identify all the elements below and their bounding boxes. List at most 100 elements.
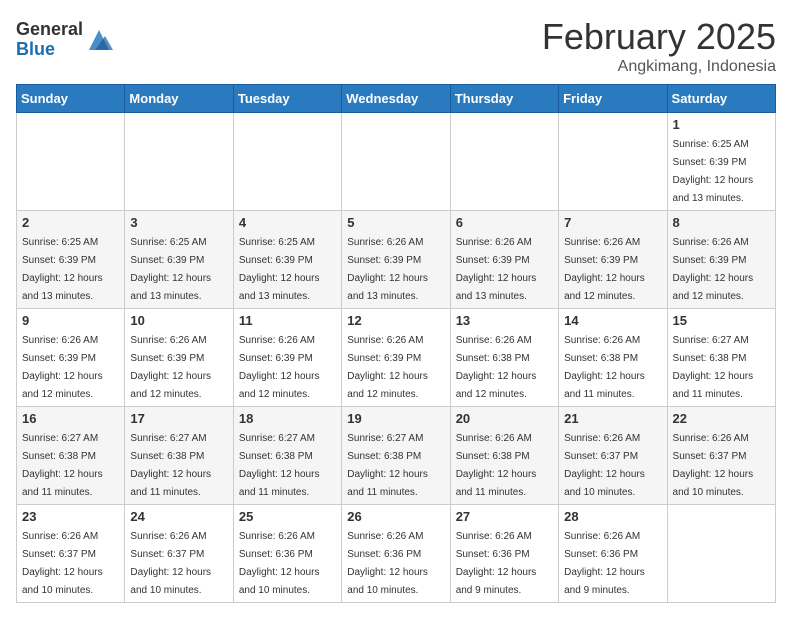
- calendar-cell: 2 Sunrise: 6:25 AMSunset: 6:39 PMDayligh…: [17, 211, 125, 309]
- calendar-header-row: Sunday Monday Tuesday Wednesday Thursday…: [17, 85, 776, 113]
- day-number: 1: [673, 117, 770, 132]
- day-number: 13: [456, 313, 553, 328]
- calendar-cell: [559, 113, 667, 211]
- calendar-cell: 24 Sunrise: 6:26 AMSunset: 6:37 PMDaylig…: [125, 505, 233, 603]
- calendar-cell: 8 Sunrise: 6:26 AMSunset: 6:39 PMDayligh…: [667, 211, 775, 309]
- day-number: 15: [673, 313, 770, 328]
- day-number: 12: [347, 313, 444, 328]
- day-number: 24: [130, 509, 227, 524]
- day-number: 20: [456, 411, 553, 426]
- calendar-cell: 14 Sunrise: 6:26 AMSunset: 6:38 PMDaylig…: [559, 309, 667, 407]
- col-thursday: Thursday: [450, 85, 558, 113]
- day-number: 28: [564, 509, 661, 524]
- calendar-cell: [233, 113, 341, 211]
- day-info: Sunrise: 6:26 AMSunset: 6:37 PMDaylight:…: [22, 531, 103, 596]
- day-info: Sunrise: 6:27 AMSunset: 6:38 PMDaylight:…: [239, 433, 320, 498]
- calendar-cell: 16 Sunrise: 6:27 AMSunset: 6:38 PMDaylig…: [17, 407, 125, 505]
- calendar-cell: 28 Sunrise: 6:26 AMSunset: 6:36 PMDaylig…: [559, 505, 667, 603]
- day-number: 10: [130, 313, 227, 328]
- logo-general: General: [16, 20, 83, 40]
- day-number: 23: [22, 509, 119, 524]
- calendar-cell: [450, 113, 558, 211]
- calendar-cell: [17, 113, 125, 211]
- day-info: Sunrise: 6:26 AMSunset: 6:36 PMDaylight:…: [239, 531, 320, 596]
- calendar-table: Sunday Monday Tuesday Wednesday Thursday…: [16, 84, 776, 603]
- calendar-cell: 4 Sunrise: 6:25 AMSunset: 6:39 PMDayligh…: [233, 211, 341, 309]
- calendar-cell: [125, 113, 233, 211]
- calendar-cell: 13 Sunrise: 6:26 AMSunset: 6:38 PMDaylig…: [450, 309, 558, 407]
- day-number: 27: [456, 509, 553, 524]
- day-info: Sunrise: 6:26 AMSunset: 6:36 PMDaylight:…: [564, 531, 645, 596]
- day-info: Sunrise: 6:26 AMSunset: 6:39 PMDaylight:…: [347, 237, 428, 302]
- col-friday: Friday: [559, 85, 667, 113]
- day-info: Sunrise: 6:25 AMSunset: 6:39 PMDaylight:…: [673, 139, 754, 204]
- logo-text: General Blue: [16, 20, 83, 60]
- day-info: Sunrise: 6:27 AMSunset: 6:38 PMDaylight:…: [347, 433, 428, 498]
- day-info: Sunrise: 6:26 AMSunset: 6:37 PMDaylight:…: [564, 433, 645, 498]
- calendar-cell: 17 Sunrise: 6:27 AMSunset: 6:38 PMDaylig…: [125, 407, 233, 505]
- logo: General Blue: [16, 20, 113, 60]
- day-info: Sunrise: 6:26 AMSunset: 6:39 PMDaylight:…: [456, 237, 537, 302]
- day-info: Sunrise: 6:25 AMSunset: 6:39 PMDaylight:…: [239, 237, 320, 302]
- calendar-cell: 10 Sunrise: 6:26 AMSunset: 6:39 PMDaylig…: [125, 309, 233, 407]
- calendar-week-row: 23 Sunrise: 6:26 AMSunset: 6:37 PMDaylig…: [17, 505, 776, 603]
- day-info: Sunrise: 6:27 AMSunset: 6:38 PMDaylight:…: [130, 433, 211, 498]
- day-number: 26: [347, 509, 444, 524]
- calendar-cell: 9 Sunrise: 6:26 AMSunset: 6:39 PMDayligh…: [17, 309, 125, 407]
- day-number: 4: [239, 215, 336, 230]
- day-number: 2: [22, 215, 119, 230]
- calendar-cell: 25 Sunrise: 6:26 AMSunset: 6:36 PMDaylig…: [233, 505, 341, 603]
- day-number: 22: [673, 411, 770, 426]
- calendar-cell: 6 Sunrise: 6:26 AMSunset: 6:39 PMDayligh…: [450, 211, 558, 309]
- calendar-cell: 1 Sunrise: 6:25 AMSunset: 6:39 PMDayligh…: [667, 113, 775, 211]
- month-title: February 2025: [542, 16, 776, 58]
- logo-blue: Blue: [16, 40, 83, 60]
- calendar-cell: 19 Sunrise: 6:27 AMSunset: 6:38 PMDaylig…: [342, 407, 450, 505]
- day-info: Sunrise: 6:26 AMSunset: 6:38 PMDaylight:…: [564, 335, 645, 400]
- day-info: Sunrise: 6:26 AMSunset: 6:39 PMDaylight:…: [564, 237, 645, 302]
- day-number: 21: [564, 411, 661, 426]
- title-area: February 2025 Angkimang, Indonesia: [542, 16, 776, 76]
- calendar-cell: 22 Sunrise: 6:26 AMSunset: 6:37 PMDaylig…: [667, 407, 775, 505]
- day-info: Sunrise: 6:26 AMSunset: 6:36 PMDaylight:…: [347, 531, 428, 596]
- day-number: 5: [347, 215, 444, 230]
- day-number: 17: [130, 411, 227, 426]
- calendar-cell: 27 Sunrise: 6:26 AMSunset: 6:36 PMDaylig…: [450, 505, 558, 603]
- day-info: Sunrise: 6:26 AMSunset: 6:37 PMDaylight:…: [130, 531, 211, 596]
- day-number: 16: [22, 411, 119, 426]
- day-info: Sunrise: 6:26 AMSunset: 6:36 PMDaylight:…: [456, 531, 537, 596]
- calendar-week-row: 9 Sunrise: 6:26 AMSunset: 6:39 PMDayligh…: [17, 309, 776, 407]
- calendar-cell: 20 Sunrise: 6:26 AMSunset: 6:38 PMDaylig…: [450, 407, 558, 505]
- calendar-cell: 18 Sunrise: 6:27 AMSunset: 6:38 PMDaylig…: [233, 407, 341, 505]
- day-number: 11: [239, 313, 336, 328]
- day-info: Sunrise: 6:26 AMSunset: 6:39 PMDaylight:…: [347, 335, 428, 400]
- day-number: 14: [564, 313, 661, 328]
- calendar-cell: 23 Sunrise: 6:26 AMSunset: 6:37 PMDaylig…: [17, 505, 125, 603]
- col-tuesday: Tuesday: [233, 85, 341, 113]
- location: Angkimang, Indonesia: [542, 58, 776, 76]
- logo-icon: [85, 26, 113, 54]
- day-number: 7: [564, 215, 661, 230]
- calendar-cell: 5 Sunrise: 6:26 AMSunset: 6:39 PMDayligh…: [342, 211, 450, 309]
- day-number: 6: [456, 215, 553, 230]
- calendar-cell: 11 Sunrise: 6:26 AMSunset: 6:39 PMDaylig…: [233, 309, 341, 407]
- day-info: Sunrise: 6:25 AMSunset: 6:39 PMDaylight:…: [22, 237, 103, 302]
- page-header: General Blue February 2025 Angkimang, In…: [16, 16, 776, 76]
- calendar-cell: 26 Sunrise: 6:26 AMSunset: 6:36 PMDaylig…: [342, 505, 450, 603]
- day-info: Sunrise: 6:25 AMSunset: 6:39 PMDaylight:…: [130, 237, 211, 302]
- calendar-cell: [342, 113, 450, 211]
- day-info: Sunrise: 6:26 AMSunset: 6:38 PMDaylight:…: [456, 335, 537, 400]
- calendar-cell: 12 Sunrise: 6:26 AMSunset: 6:39 PMDaylig…: [342, 309, 450, 407]
- day-info: Sunrise: 6:26 AMSunset: 6:39 PMDaylight:…: [22, 335, 103, 400]
- calendar-week-row: 2 Sunrise: 6:25 AMSunset: 6:39 PMDayligh…: [17, 211, 776, 309]
- day-info: Sunrise: 6:26 AMSunset: 6:37 PMDaylight:…: [673, 433, 754, 498]
- calendar-cell: 7 Sunrise: 6:26 AMSunset: 6:39 PMDayligh…: [559, 211, 667, 309]
- calendar-cell: [667, 505, 775, 603]
- col-saturday: Saturday: [667, 85, 775, 113]
- calendar-week-row: 16 Sunrise: 6:27 AMSunset: 6:38 PMDaylig…: [17, 407, 776, 505]
- col-sunday: Sunday: [17, 85, 125, 113]
- day-number: 3: [130, 215, 227, 230]
- day-info: Sunrise: 6:26 AMSunset: 6:38 PMDaylight:…: [456, 433, 537, 498]
- calendar-week-row: 1 Sunrise: 6:25 AMSunset: 6:39 PMDayligh…: [17, 113, 776, 211]
- day-number: 18: [239, 411, 336, 426]
